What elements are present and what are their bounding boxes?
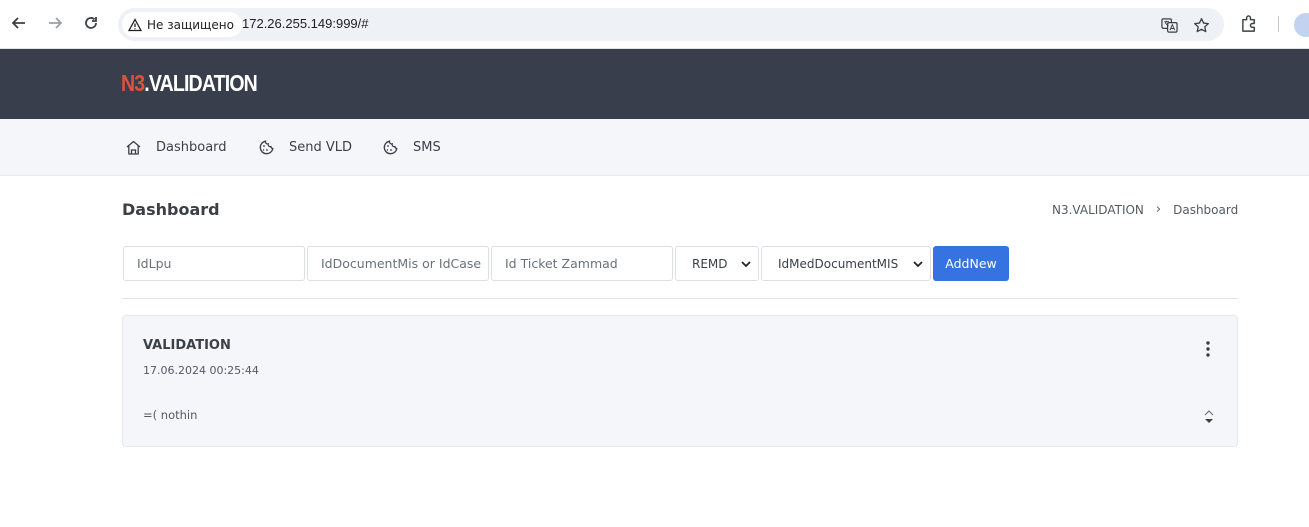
breadcrumb-home[interactable]: N3.VALIDATION [1052,203,1144,217]
type-select-value: REMD [692,256,728,271]
main-menu: Dashboard Send VLD SMS [0,119,1309,176]
divider [122,298,1238,299]
chevron-right-icon: › [1155,202,1162,217]
brand-logo[interactable]: N3.VALIDATION [121,70,258,97]
resize-handle-icon[interactable] [1203,408,1215,426]
breadcrumb-current: Dashboard [1173,202,1239,217]
idlpu-input[interactable] [123,246,305,281]
app-header: N3.VALIDATION [0,49,1309,119]
home-icon [126,140,141,155]
menu-item-dashboard[interactable]: Dashboard [125,119,227,176]
menu-item-label: Dashboard [156,140,227,155]
more-options-icon[interactable] [1201,340,1215,358]
chevron-down-icon [913,261,923,268]
profile-avatar[interactable] [1294,13,1309,37]
type-select[interactable]: REMD [675,246,759,281]
menu-item-label: SMS [413,140,441,155]
iddocument-input[interactable] [307,246,489,281]
card-title: VALIDATION [143,338,231,353]
document-select[interactable]: IdMedDocumentMIS [761,246,931,281]
security-label: Не защищено [147,17,234,32]
toolbar-separator [1278,16,1279,32]
reload-icon[interactable] [80,12,102,34]
card-text: =( nothin [143,408,198,422]
forward-icon[interactable] [44,12,66,34]
brand-prefix: N3 [121,70,145,96]
cookie-icon [383,140,398,155]
menu-item-label: Send VLD [289,140,353,155]
cookie-icon [259,140,274,155]
add-new-button[interactable]: AddNew [933,246,1009,281]
document-select-value: IdMedDocumentMIS [778,256,899,271]
url-text[interactable]: 172.26.255.149:999/# [242,16,369,31]
bookmark-star-icon[interactable] [1192,16,1210,34]
breadcrumb: N3.VALIDATION › Dashboard [1052,202,1238,217]
extensions-icon[interactable] [1240,14,1260,34]
menu-item-send-vld[interactable]: Send VLD [258,119,352,176]
warning-icon [128,17,142,31]
card-timestamp: 17.06.2024 00:25:44 [143,364,259,377]
back-icon[interactable] [8,12,30,34]
security-chip[interactable]: Не защищено [122,12,242,37]
translate-icon[interactable] [1160,16,1178,34]
ticket-zammad-input[interactable] [491,246,673,281]
menu-item-sms[interactable]: SMS [382,119,441,176]
chevron-down-icon [741,261,751,268]
address-bar[interactable]: Не защищено 172.26.255.149:999/# [118,8,1224,41]
page-title: Dashboard [122,200,220,219]
brand-suffix: .VALIDATION [144,70,257,96]
browser-toolbar: Не защищено 172.26.255.149:999/# [0,0,1309,49]
validation-card: VALIDATION 17.06.2024 00:25:44 =( nothin [122,315,1238,447]
